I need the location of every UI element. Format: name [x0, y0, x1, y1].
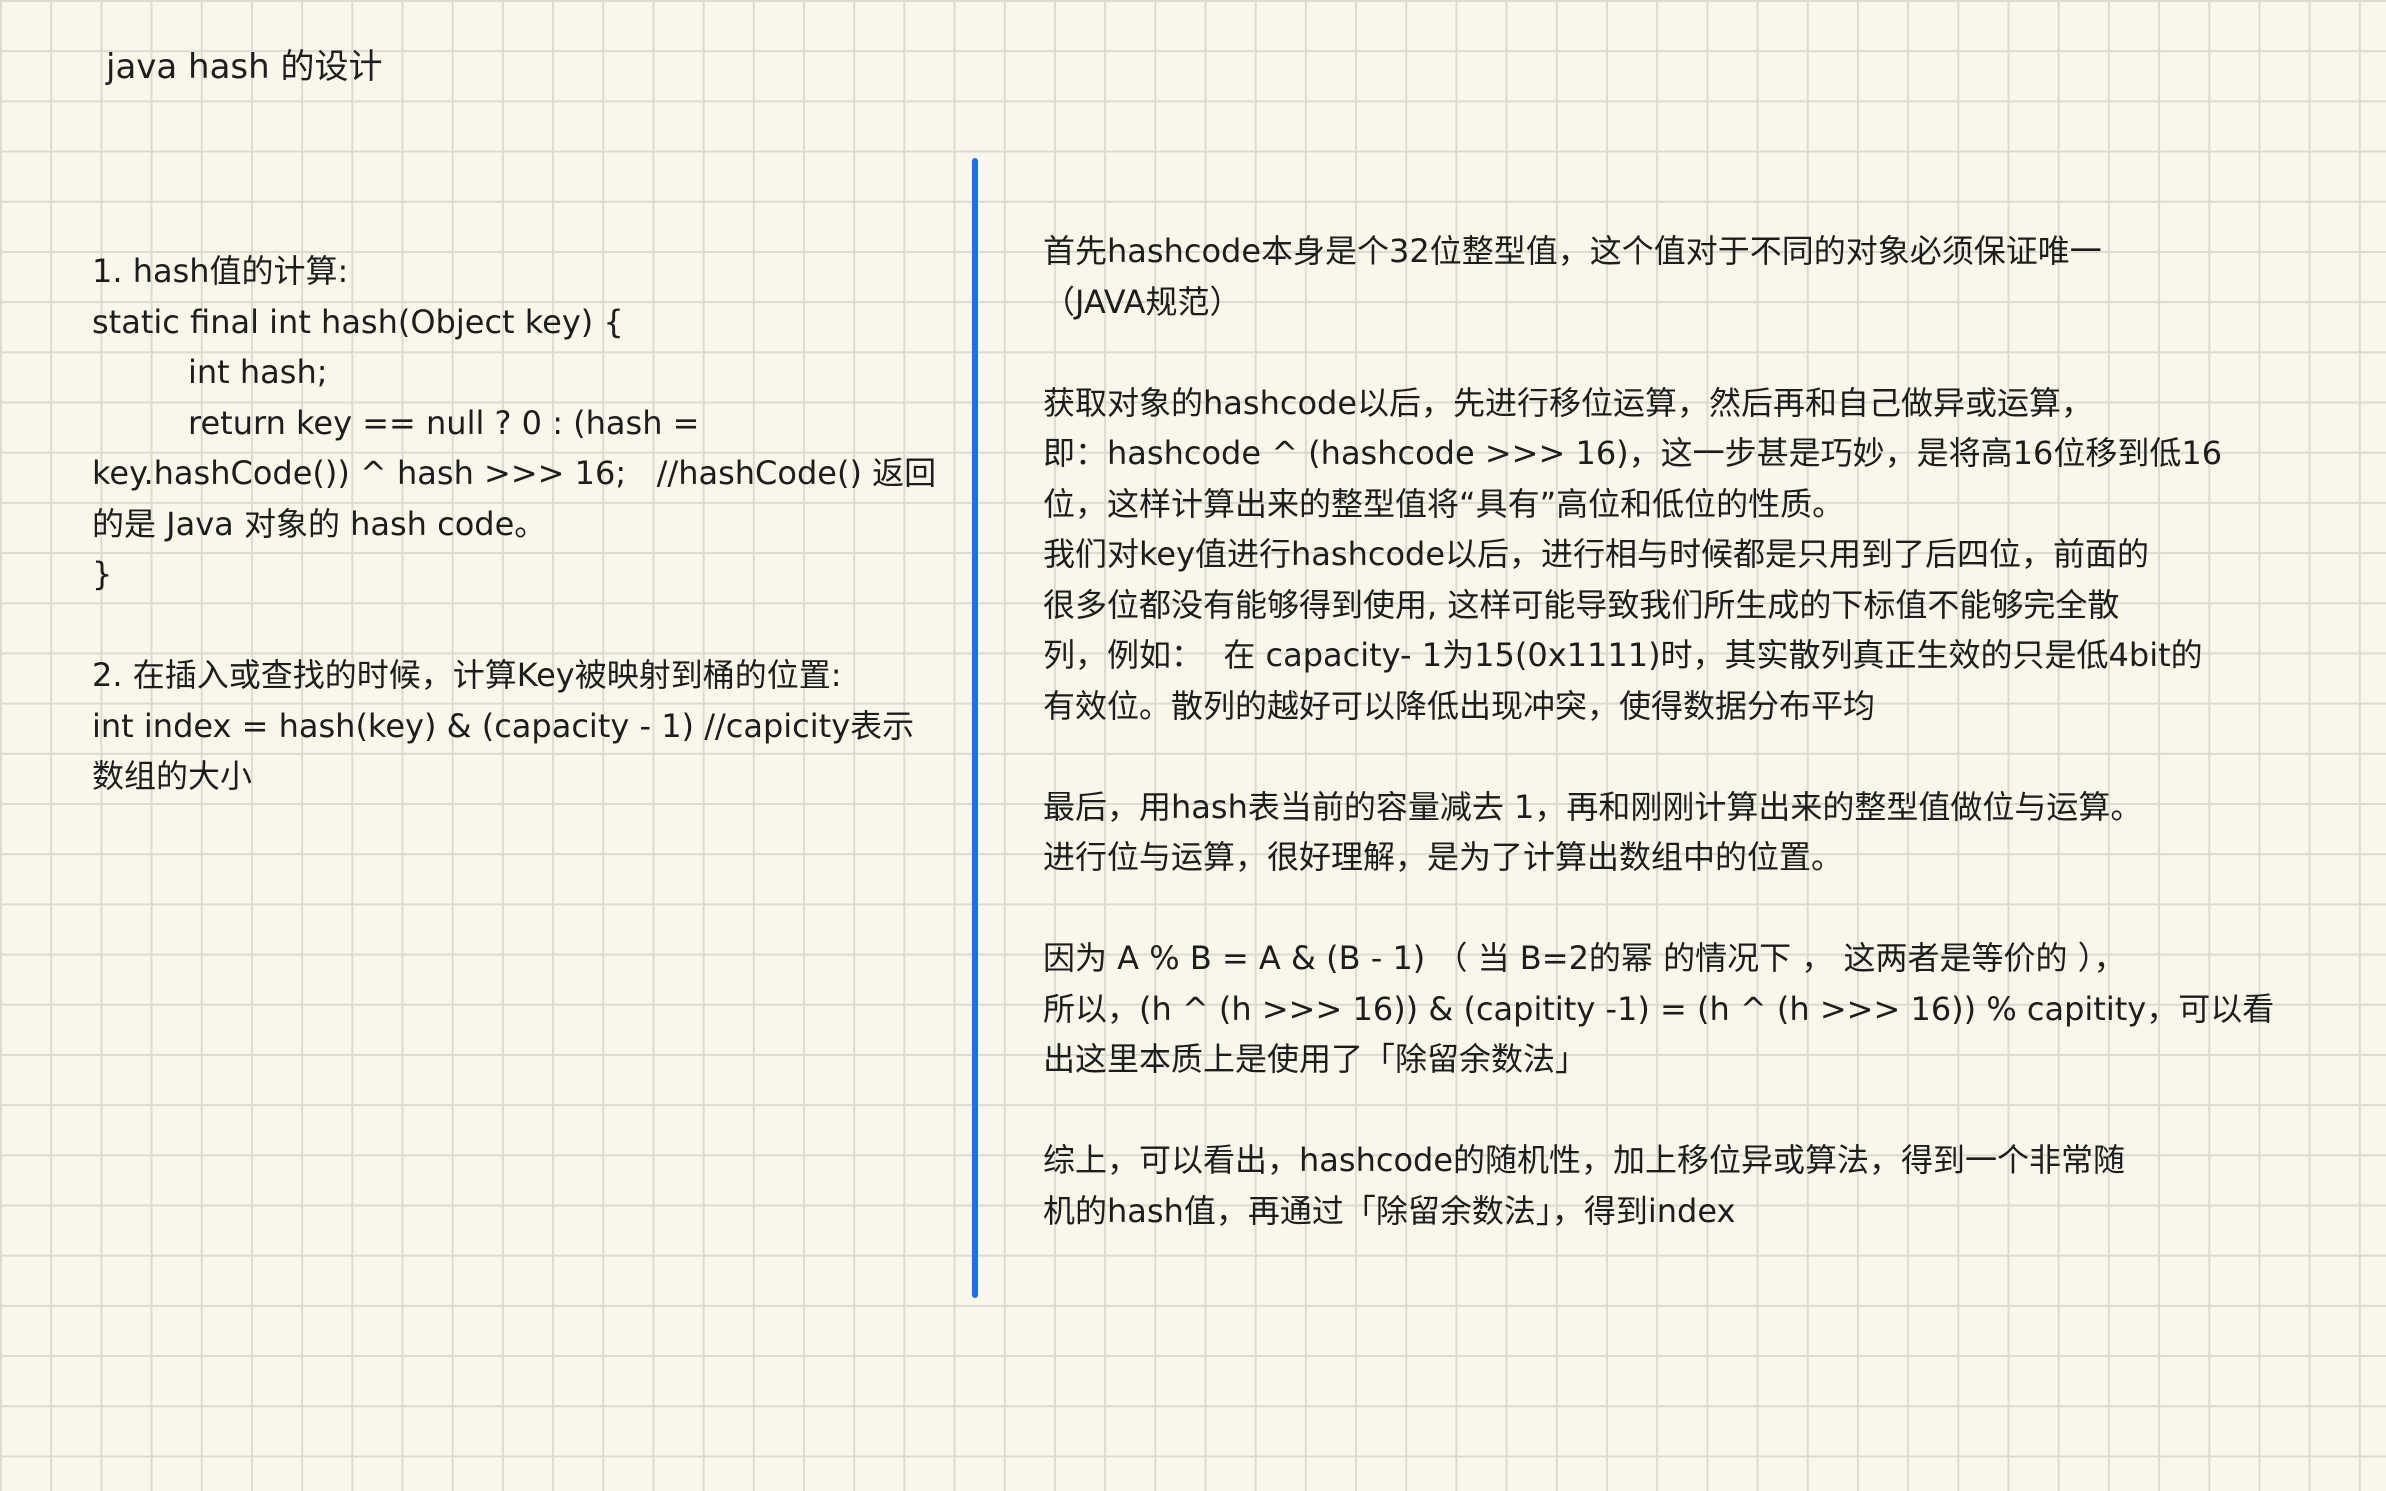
text-line: 因为 A % B = A & (B - 1) （ 当 B=2的幂 的情况下 ， … — [1043, 939, 2126, 977]
code-line: int hash; — [188, 353, 328, 391]
text-line: 机的hash值，再通过「除留余数法」，得到index — [1043, 1191, 1736, 1230]
code-line: 的是 Java 对象的 hash code。 — [92, 504, 547, 543]
text-line: 进行位与运算，很好理解，是为了计算出数组中的位置。 — [1043, 838, 1844, 876]
code-line: return key == null ? 0 : (hash = — [188, 403, 700, 442]
text-line: 位，这样计算出来的整型值将“具有”高位和低位的性质。 — [1043, 484, 1845, 523]
code-line: static final int hash(Object key) { — [92, 302, 624, 341]
text-line: 首先hashcode本身是个32位整型值，这个值对于不同的对象必须保证唯一 — [1043, 232, 2102, 270]
paragraph-modulo: 因为 A % B = A & (B - 1) （ 当 B=2的幂 的情况下 ， … — [1043, 933, 2283, 1085]
column-divider — [972, 158, 978, 1298]
text-line: 最后，用hash表当前的容量减去 1，再和刚刚计算出来的整型值做位与运算。 — [1043, 787, 2143, 826]
text-line: 有效位。散列的越好可以降低出现冲突，使得数据分布平均 — [1043, 686, 1876, 725]
text-line: 所以，(h ^ (h >>> 16)) & (capitity -1) = (h… — [1043, 989, 2275, 1028]
text-line: 很多位都没有能够得到使用, 这样可能导致我们所生成的下标值不能够完全散 — [1043, 585, 2120, 624]
section-heading: 2. 在插入或查找的时候，计算Key被映射到桶的位置: — [92, 656, 842, 694]
section-bucket-index: 2. 在插入或查找的时候，计算Key被映射到桶的位置: int index = … — [92, 650, 972, 802]
right-column: 首先hashcode本身是个32位整型值，这个值对于不同的对象必须保证唯一 （J… — [1043, 226, 2283, 1236]
text-line: 列，例如： 在 capacity- 1为15(0x1111)时，其实散列真正生效… — [1043, 636, 2203, 674]
text-line: 我们对key值进行hashcode以后，进行相与时候都是只用到了后四位，前面的 — [1043, 535, 2150, 573]
paragraph-summary: 综上，可以看出，hashcode的随机性，加上移位异或算法，得到一个非常随 机的… — [1043, 1135, 2283, 1236]
paragraph-shift-xor: 获取对象的hashcode以后，先进行移位运算，然后再和自己做异或运算， 即：h… — [1043, 378, 2283, 732]
paragraph-hashcode-intro: 首先hashcode本身是个32位整型值，这个值对于不同的对象必须保证唯一 （J… — [1043, 226, 2283, 327]
left-column: 1. hash值的计算: static final int hash(Objec… — [92, 246, 972, 802]
text-line: 即：hashcode ^ (hashcode >>> 16)，这一步甚是巧妙，是… — [1043, 434, 2223, 472]
text-line: 获取对象的hashcode以后，先进行移位运算，然后再和自己做异或运算， — [1043, 383, 2094, 422]
section-hash-calculation: 1. hash值的计算: static final int hash(Objec… — [92, 246, 972, 600]
text-line: （JAVA规范） — [1043, 282, 1242, 321]
page-title: java hash 的设计 — [106, 47, 383, 87]
text-line: 综上，可以看出，hashcode的随机性，加上移位异或算法，得到一个非常随 — [1043, 1141, 2126, 1179]
text-line: 出这里本质上是使用了「除留余数法」 — [1043, 1040, 1588, 1078]
code-line: } — [92, 555, 113, 593]
code-line: 数组的大小 — [92, 757, 253, 795]
paragraph-bitwise-and: 最后，用hash表当前的容量减去 1，再和刚刚计算出来的整型值做位与运算。 进行… — [1043, 782, 2283, 883]
section-heading: 1. hash值的计算: — [92, 252, 349, 290]
code-line: int index = hash(key) & (capacity - 1) /… — [92, 706, 915, 745]
code-line: key.hashCode()) ^ hash >>> 16; //hashCod… — [92, 454, 937, 492]
